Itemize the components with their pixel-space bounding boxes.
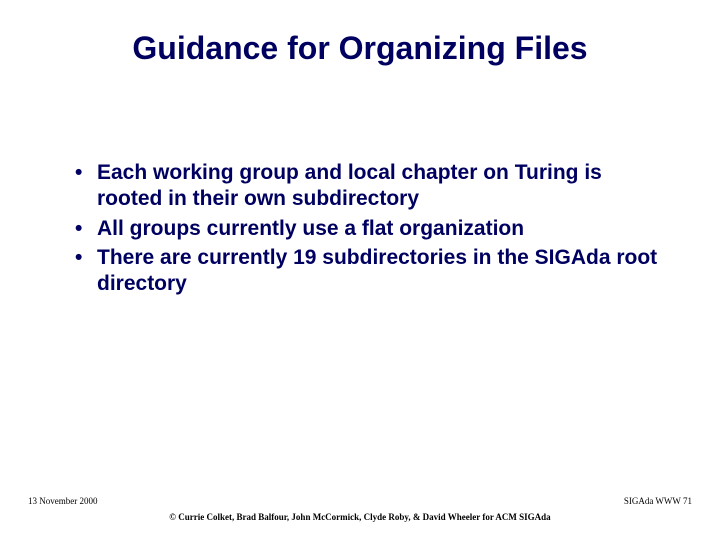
footer-page-label: SIGAda WWW 71 xyxy=(624,496,692,506)
bullet-item: All groups currently use a flat organiza… xyxy=(75,216,665,242)
slide-title: Guidance for Organizing Files xyxy=(0,30,720,67)
slide: Guidance for Organizing Files Each worki… xyxy=(0,0,720,540)
slide-body: Each working group and local chapter on … xyxy=(75,160,665,300)
footer-copyright: © Currie Colket, Brad Balfour, John McCo… xyxy=(0,512,720,522)
bullet-list: Each working group and local chapter on … xyxy=(75,160,665,297)
bullet-item: There are currently 19 subdirectories in… xyxy=(75,245,665,298)
bullet-item: Each working group and local chapter on … xyxy=(75,160,665,213)
footer-date: 13 November 2000 xyxy=(28,496,98,506)
